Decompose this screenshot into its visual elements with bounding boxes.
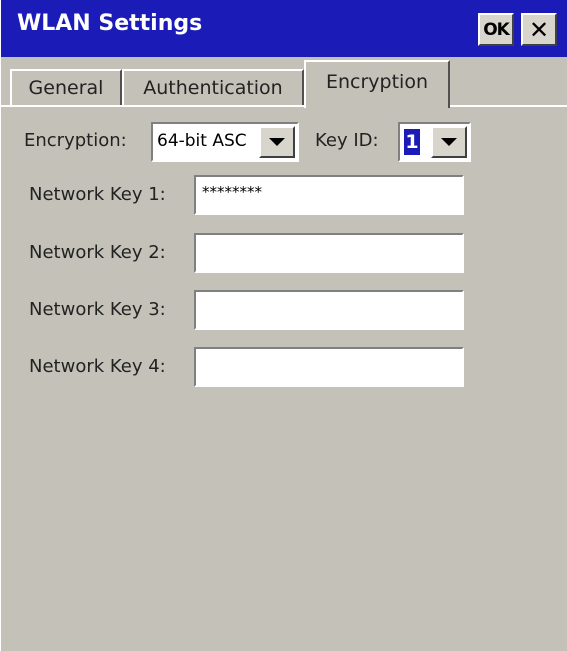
chevron-down-icon[interactable] [431,126,467,158]
tab-divider [1,105,304,107]
encryption-select[interactable]: 64-bit ASC [151,122,299,162]
tab-general[interactable]: General [10,69,122,105]
tab-authentication[interactable]: Authentication [122,69,304,105]
key-id-select[interactable]: 1 [398,122,471,162]
key-id-value: 1 [403,128,421,156]
network-key-2-label: Network Key 2: [29,242,166,263]
wlan-settings-window: WLAN Settings OK ✕ General Authenticatio… [0,0,567,651]
network-key-3-field[interactable] [194,290,464,330]
ok-button[interactable]: OK [478,13,514,46]
network-key-3-label: Network Key 3: [29,299,166,320]
encryption-label: Encryption: [24,130,127,151]
network-key-1-field[interactable]: ******** [194,175,464,215]
network-key-4-label: Network Key 4: [29,356,166,377]
close-button[interactable]: ✕ [521,13,557,46]
chevron-down-icon[interactable] [259,126,295,158]
title-bar: WLAN Settings OK ✕ [1,0,567,57]
network-key-2-field[interactable] [194,233,464,273]
tab-bar: General Authentication Encryption [1,57,567,108]
tab-divider [450,105,567,107]
network-key-1-label: Network Key 1: [29,184,166,205]
close-icon: ✕ [528,15,550,44]
encryption-select-value: 64-bit ASC [157,131,247,151]
key-id-label: Key ID: [315,130,379,151]
tab-encryption[interactable]: Encryption [304,60,450,108]
window-title: WLAN Settings [17,11,203,36]
network-key-4-field[interactable] [194,347,464,387]
